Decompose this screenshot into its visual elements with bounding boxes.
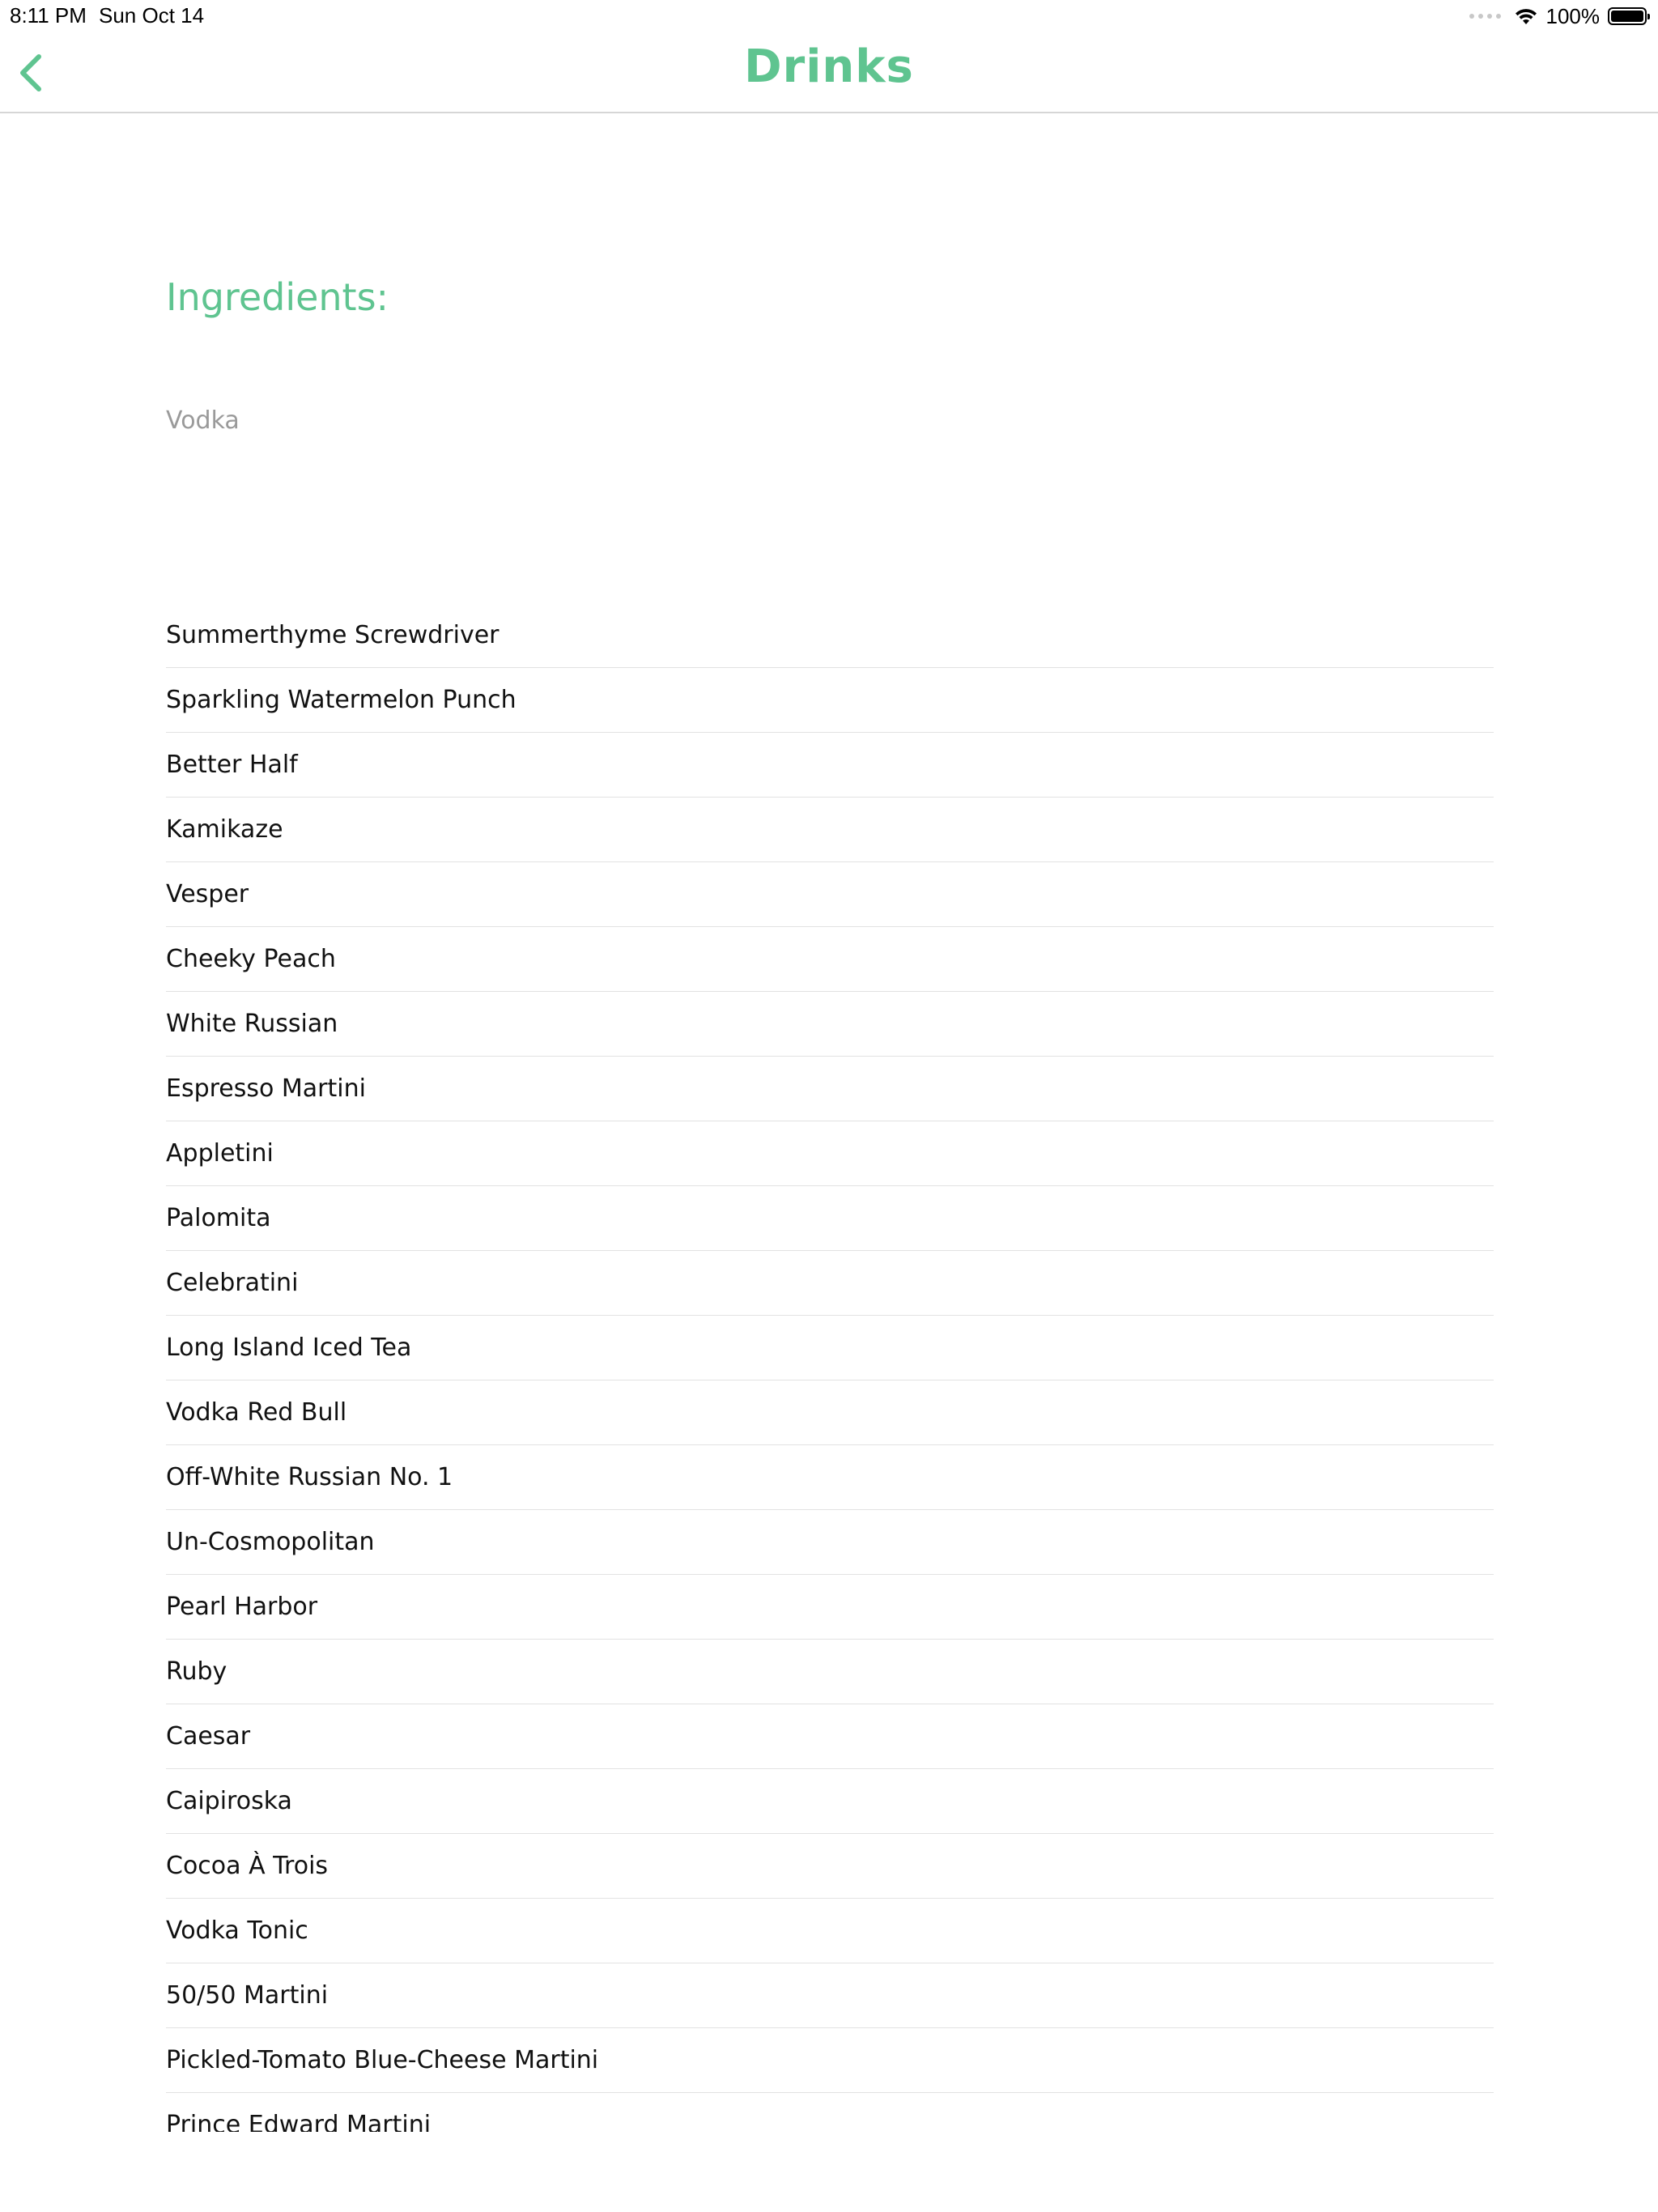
drink-name: Cocoa À Trois [166, 1852, 329, 1880]
drink-name: Better Half [166, 751, 298, 779]
drink-list-item[interactable]: Appletini [166, 1121, 1494, 1186]
drink-name: Cheeky Peach [166, 945, 336, 973]
drink-list-item[interactable]: Pearl Harbor [166, 1575, 1494, 1640]
drink-list-item[interactable]: White Russian [166, 992, 1494, 1057]
battery-icon [1608, 7, 1650, 25]
drink-list-item[interactable]: Cocoa À Trois [166, 1834, 1494, 1899]
drink-name: Pearl Harbor [166, 1593, 318, 1621]
drink-list-item[interactable]: Pickled-Tomato Blue-Cheese Martini [166, 2028, 1494, 2093]
drink-list-item[interactable]: Cheeky Peach [166, 927, 1494, 992]
drink-name: Ruby [166, 1657, 227, 1686]
drink-list-item[interactable]: Un-Cosmopolitan [166, 1510, 1494, 1575]
wifi-icon [1515, 9, 1537, 24]
drink-list-item[interactable]: Better Half [166, 733, 1494, 798]
drink-name: 50/50 Martini [166, 1981, 329, 2010]
status-date: Sun Oct 14 [99, 3, 205, 28]
drink-name: Off-White Russian No. 1 [166, 1463, 453, 1491]
cellular-signal-icon [1469, 14, 1501, 19]
drink-list-item[interactable]: Vodka Tonic [166, 1899, 1494, 1963]
drink-list-item[interactable]: Palomita [166, 1186, 1494, 1251]
status-bar: 8:11 PM Sun Oct 14 100% [0, 0, 1658, 32]
drink-name: Espresso Martini [166, 1074, 366, 1103]
drink-name: Sparkling Watermelon Punch [166, 686, 517, 714]
drink-name: Kamikaze [166, 815, 283, 844]
drink-name: Caesar [166, 1722, 251, 1750]
battery-percentage: 100% [1545, 3, 1601, 28]
drink-list-item[interactable]: Caipiroska [166, 1769, 1494, 1834]
drink-name: Un-Cosmopolitan [166, 1528, 375, 1556]
drink-name: Vodka Red Bull [166, 1398, 347, 1427]
drink-list-item[interactable]: Kamikaze [166, 798, 1494, 862]
drink-list-item[interactable]: Off-White Russian No. 1 [166, 1445, 1494, 1510]
drink-name: Appletini [166, 1139, 274, 1168]
drink-list-item[interactable]: Vodka Red Bull [166, 1380, 1494, 1445]
drink-list-item[interactable]: Celebratini [166, 1251, 1494, 1316]
drink-list-item[interactable]: Ruby [166, 1640, 1494, 1704]
drink-name: Prince Edward Martini [166, 2111, 432, 2132]
ingredients-heading: Ingredients: [166, 275, 389, 319]
navigation-bar: Drinks [0, 32, 1658, 113]
drink-list-item[interactable]: Caesar [166, 1704, 1494, 1769]
drink-name: Pickled-Tomato Blue-Cheese Martini [166, 2046, 599, 2074]
drink-list-item[interactable]: Prince Edward Martini [166, 2093, 1494, 2132]
drink-list-item[interactable]: Sparkling Watermelon Punch [166, 668, 1494, 733]
status-time: 8:11 PM [10, 3, 87, 28]
drink-list[interactable]: Summerthyme Screwdriver Sparkling Waterme… [166, 603, 1494, 2132]
drink-name: Palomita [166, 1204, 271, 1232]
page-title: Drinks [744, 40, 914, 93]
drink-name: Vodka Tonic [166, 1916, 308, 1945]
drink-list-item[interactable]: Long Island Iced Tea [166, 1316, 1494, 1380]
status-indicators: 100% [1469, 3, 1650, 29]
drink-list-item[interactable]: 50/50 Martini [166, 1963, 1494, 2028]
drink-list-item[interactable]: Summerthyme Screwdriver [166, 603, 1494, 668]
ingredient-list-text: Vodka [166, 406, 240, 435]
drink-name: Vesper [166, 880, 249, 908]
drink-name: Long Island Iced Tea [166, 1334, 412, 1362]
drink-name: Celebratini [166, 1269, 299, 1297]
drink-name: Caipiroska [166, 1787, 292, 1815]
drink-list-item[interactable]: Espresso Martini [166, 1057, 1494, 1121]
drink-name: Summerthyme Screwdriver [166, 621, 500, 649]
drink-list-item[interactable]: Vesper [166, 862, 1494, 927]
drink-name: White Russian [166, 1010, 338, 1038]
